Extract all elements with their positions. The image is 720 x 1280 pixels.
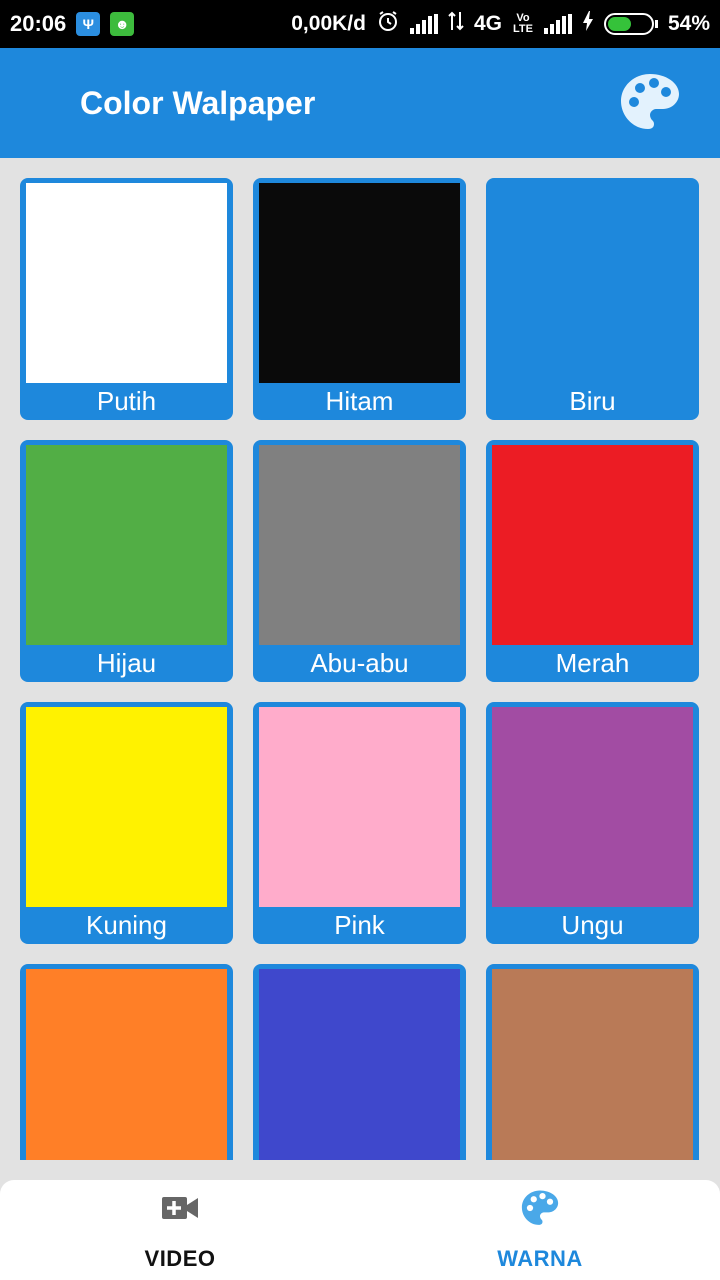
color-swatch xyxy=(26,183,227,383)
color-label: Kuning xyxy=(86,910,167,940)
color-swatch xyxy=(259,183,460,383)
signal-icon xyxy=(409,14,438,34)
color-tile[interactable]: Abu-abu xyxy=(253,440,466,682)
nav-warna[interactable]: WARNA xyxy=(360,1180,720,1280)
color-tile[interactable]: Hitam xyxy=(253,178,466,420)
alarm-icon xyxy=(376,9,400,39)
app-bar: Color Walpaper xyxy=(0,48,720,158)
color-swatch xyxy=(259,969,460,1160)
nav-video[interactable]: VIDEO xyxy=(0,1180,360,1280)
color-tile[interactable]: Biru xyxy=(486,178,699,420)
usb-icon: Ψ xyxy=(76,12,101,36)
net-speed: 0,00K/d xyxy=(291,12,366,35)
color-swatch xyxy=(26,707,227,907)
color-tile[interactable]: Pink xyxy=(253,702,466,944)
color-tile[interactable]: Hijau xyxy=(20,440,233,682)
volte-icon: Vo LTE xyxy=(512,12,533,35)
status-bar: 20:06 Ψ ☻ 0,00K/d 4G Vo LTE 54% xyxy=(0,0,720,48)
color-grid: Putih Hitam Biru Hijau Abu-abu Merah Kuning Pin… xyxy=(20,178,700,1160)
color-swatch xyxy=(26,445,227,645)
bottom-nav: VIDEO WARNA xyxy=(0,1180,720,1280)
color-tile[interactable]: Kuning xyxy=(20,702,233,944)
android-icon: ☻ xyxy=(110,12,135,36)
color-label: Hijau xyxy=(96,648,157,678)
color-swatch xyxy=(492,969,693,1160)
color-tile[interactable]: Merah xyxy=(486,440,699,682)
color-tile[interactable]: Ungu xyxy=(486,702,699,944)
status-time: 20:06 xyxy=(10,11,67,36)
color-tile[interactable] xyxy=(253,964,466,1160)
color-label: Merah xyxy=(555,648,630,678)
color-label: Putih xyxy=(96,386,157,416)
color-swatch xyxy=(492,183,693,383)
color-swatch xyxy=(259,445,460,645)
video-add-icon xyxy=(160,1188,200,1228)
color-tile[interactable] xyxy=(486,964,699,1160)
color-label: Ungu xyxy=(561,910,624,940)
nav-video-label: VIDEO xyxy=(144,1246,216,1271)
battery-percent: 54% xyxy=(667,12,710,35)
color-label: Abu-abu xyxy=(310,648,409,678)
data-arrows-icon xyxy=(448,10,464,38)
network-type: 4G xyxy=(473,12,502,35)
color-label: Hitam xyxy=(325,386,394,416)
palette-icon xyxy=(520,1188,560,1228)
nav-warna-label: WARNA xyxy=(497,1246,583,1271)
color-swatch xyxy=(259,707,460,907)
color-label: Pink xyxy=(334,910,385,940)
battery-icon xyxy=(603,13,658,35)
color-tile[interactable] xyxy=(20,964,233,1160)
color-swatch xyxy=(492,445,693,645)
charging-icon xyxy=(582,10,594,38)
color-swatch xyxy=(26,969,227,1160)
signal-icon xyxy=(543,14,572,34)
color-label: Biru xyxy=(569,386,616,416)
app-title: Color Walpaper xyxy=(80,84,316,121)
color-tile[interactable]: Putih xyxy=(20,178,233,420)
palette-icon[interactable] xyxy=(618,70,682,134)
color-swatch xyxy=(492,707,693,907)
